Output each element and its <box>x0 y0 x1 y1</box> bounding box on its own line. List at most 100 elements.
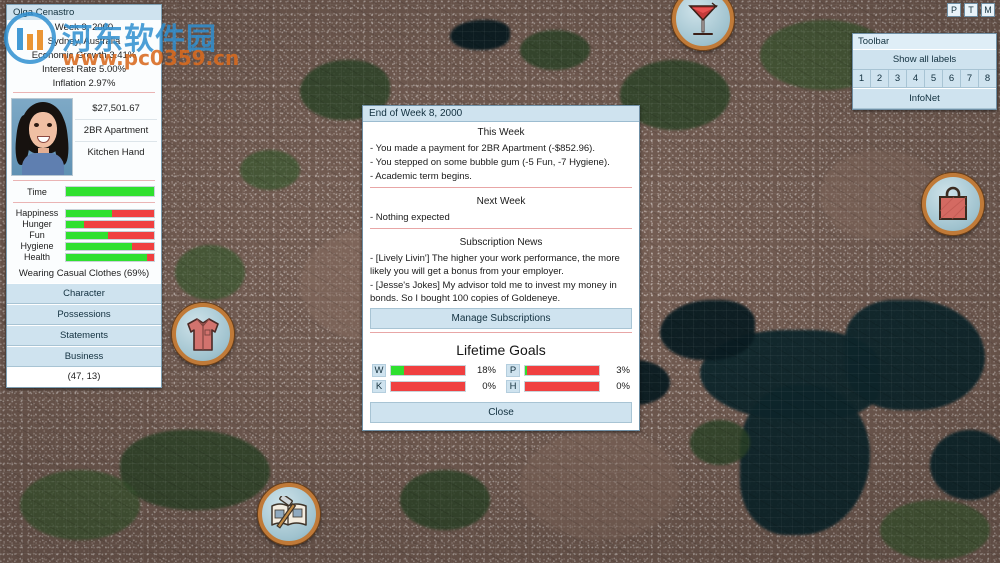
nav-button-business[interactable]: Business <box>7 346 161 367</box>
game-screen: Olga Cenastro Week 9, 2000 Sydney, Austr… <box>0 0 1000 563</box>
divider <box>370 187 632 188</box>
stat-label: Hunger <box>22 219 52 229</box>
next-week-heading: Next Week <box>476 196 526 207</box>
stat-bar <box>65 230 155 240</box>
stat-row-hygiene: Hygiene <box>13 241 155 251</box>
stat-label: Happiness <box>15 208 59 218</box>
location-label: Sydney, Australia <box>47 35 121 47</box>
time-bar-area: Time <box>7 183 161 200</box>
map-marker-school[interactable] <box>258 483 320 545</box>
toolbar-slot-1[interactable]: 1 <box>853 70 871 88</box>
toolbar-slot-3[interactable]: 3 <box>889 70 907 88</box>
time-bar <box>65 186 155 197</box>
show-all-labels-button[interactable]: Show all labels <box>853 49 996 70</box>
goal-row-H: H 0% <box>506 380 630 393</box>
time-row: Time <box>13 186 155 197</box>
goal-row-W: W 18% <box>372 364 496 377</box>
this-week-list: - You made a payment for 2BR Apartment (… <box>370 142 632 184</box>
inflation: Inflation 2.97% <box>52 77 116 89</box>
character-name: Olga Cenastro <box>7 5 161 20</box>
list-item: - [Lively Livin'] The higher your work p… <box>370 253 620 277</box>
goal-bar-fill <box>391 366 405 375</box>
stat-label: Hygiene <box>20 241 54 251</box>
manage-subscriptions-button[interactable]: Manage Subscriptions <box>370 308 632 329</box>
map-marker-shop[interactable] <box>922 173 984 235</box>
dialog-title: End of Week 8, 2000 <box>363 106 639 122</box>
divider <box>13 180 155 181</box>
divider <box>13 202 155 203</box>
toolbar-slot-8[interactable]: 8 <box>979 70 996 88</box>
toolbar-slot-2[interactable]: 2 <box>871 70 889 88</box>
hammer-book-icon <box>269 496 309 532</box>
nav-button-possessions[interactable]: Possessions <box>7 304 161 325</box>
stat-label: Health <box>23 252 50 262</box>
job-value: Kitchen Hand <box>87 147 145 158</box>
divider <box>370 228 632 229</box>
shirt-icon <box>184 314 222 354</box>
list-item: - Nothing expected <box>370 212 450 223</box>
pause-button[interactable]: P <box>947 3 961 17</box>
divider <box>13 92 155 93</box>
needs-bars: Happiness Hunger Fun Hygiene Health <box>7 205 161 265</box>
goal-bar <box>524 381 600 392</box>
time-label: Time <box>27 186 47 197</box>
goal-bar-fill <box>525 366 528 375</box>
goal-percent: 0% <box>482 381 496 392</box>
toolbar-number-buttons: 12345678 <box>853 70 996 88</box>
avatar[interactable] <box>11 98 73 176</box>
next-week-list: - Nothing expected <box>370 211 632 225</box>
lifetime-goals-grid: W 18% K 0% P 3% H 0% <box>370 364 632 400</box>
coordinates-label: (47, 13) <box>7 367 161 387</box>
money-value: $27,501.67 <box>75 98 157 120</box>
toolbar-slot-6[interactable]: 6 <box>943 70 961 88</box>
shopping-bag-icon <box>935 186 971 222</box>
stat-bar-fill <box>66 220 84 228</box>
housing-value: 2BR Apartment <box>75 120 157 142</box>
toolbar-slot-7[interactable]: 7 <box>961 70 979 88</box>
list-item: - You made a payment for 2BR Apartment (… <box>370 143 595 154</box>
list-item: - [Jesse's Jokes] My advisor told me to … <box>370 280 617 304</box>
subscription-heading: Subscription News <box>459 237 543 248</box>
list-item: - Academic term begins. <box>370 171 472 182</box>
stat-bar <box>65 208 155 218</box>
goal-bar <box>390 381 466 392</box>
end-of-week-dialog: End of Week 8, 2000 This Week - You made… <box>362 105 640 431</box>
list-item: - You stepped on some bubble gum (-5 Fun… <box>370 157 610 168</box>
goal-percent: 18% <box>476 365 496 376</box>
goal-row-K: K 0% <box>372 380 496 393</box>
stat-row-health: Health <box>13 252 155 262</box>
goal-row-P: P 3% <box>506 364 630 377</box>
stat-row-happiness: Happiness <box>13 208 155 218</box>
navigation-buttons: Character Possessions Statements Business <box>7 283 161 367</box>
time-button[interactable]: T <box>964 3 978 17</box>
character-panel: Olga Cenastro Week 9, 2000 Sydney, Austr… <box>6 4 162 388</box>
goal-percent: 0% <box>616 381 630 392</box>
stat-row-hunger: Hunger <box>13 219 155 229</box>
toolbar-slot-4[interactable]: 4 <box>907 70 925 88</box>
interest-rate: Interest Rate 5.00% <box>42 63 126 75</box>
stat-label: Fun <box>29 230 45 240</box>
time-bar-fill <box>66 187 154 196</box>
week-label: Week 9, 2000 <box>54 21 114 33</box>
close-button[interactable]: Close <box>370 402 632 423</box>
stat-bar-fill <box>66 242 132 250</box>
stat-bar <box>65 241 155 251</box>
toolbar-title: Toolbar <box>853 34 996 49</box>
lifetime-goals-title: Lifetime Goals <box>456 342 546 358</box>
nav-button-statements[interactable]: Statements <box>7 325 161 346</box>
nav-button-character[interactable]: Character <box>7 283 161 304</box>
portrait-and-status: $27,501.67 2BR Apartment Kitchen Hand <box>7 95 161 178</box>
goal-bar <box>390 365 466 376</box>
cocktail-glass-icon <box>686 1 720 37</box>
goal-key: H <box>506 380 520 393</box>
this-week-heading: This Week <box>477 127 525 138</box>
map-button[interactable]: M <box>981 3 995 17</box>
toolbar-slot-5[interactable]: 5 <box>925 70 943 88</box>
goal-key: P <box>506 364 520 377</box>
goals-column-left: W 18% K 0% <box>372 364 496 396</box>
infonet-button[interactable]: InfoNet <box>853 88 996 109</box>
goal-bar <box>524 365 600 376</box>
goal-key: K <box>372 380 386 393</box>
map-marker-clothing[interactable] <box>172 303 234 365</box>
window-controls: PTM <box>947 3 995 17</box>
